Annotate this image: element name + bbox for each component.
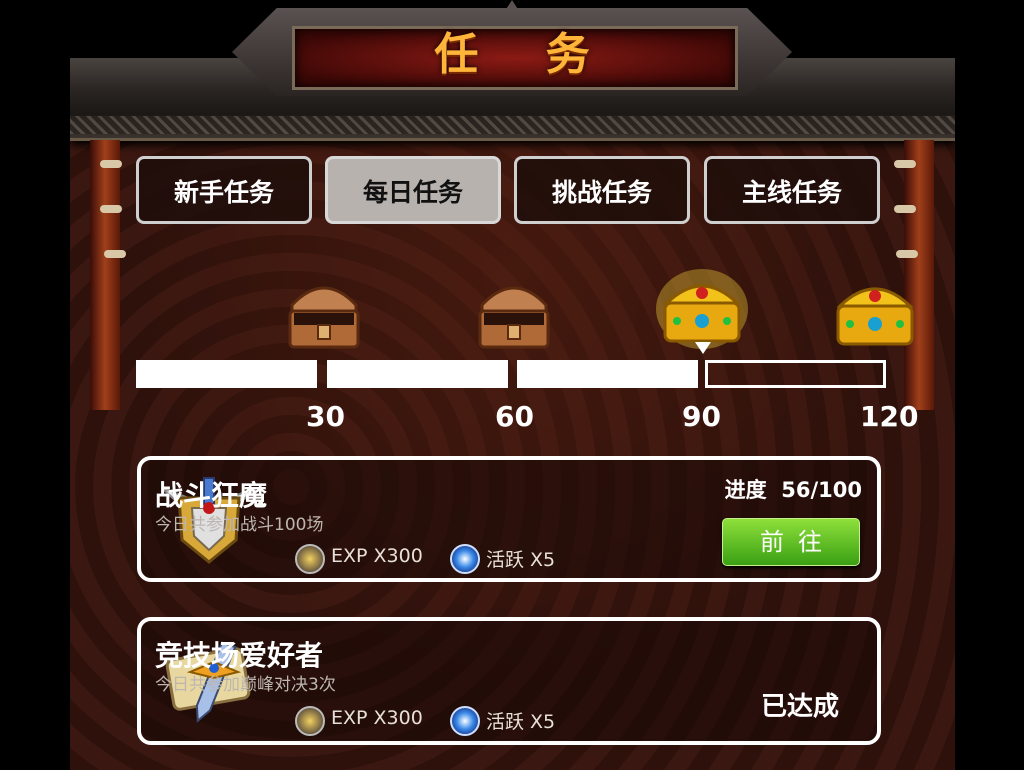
task-progress: 进度 56/100 [724, 478, 862, 502]
left-pillar [90, 140, 120, 410]
pillar-tooth [896, 250, 918, 258]
gold-chest-icon[interactable] [830, 268, 920, 354]
open-bronze-chest-icon[interactable] [472, 275, 556, 355]
exp-reward: EXP X300 [331, 707, 423, 729]
milestone-label: 60 [495, 400, 534, 433]
activity-reward: 活跃 X5 [486, 549, 556, 571]
go-button[interactable]: 前往 [722, 518, 860, 566]
task-description: 今日共参加战斗100场 [155, 515, 324, 535]
pillar-tooth [894, 160, 916, 168]
pillar-tooth [100, 160, 122, 168]
activity-bar-segment-empty [705, 360, 886, 388]
pillar-tooth [104, 250, 126, 258]
activity-bar-segment [327, 360, 508, 388]
tab-newbie[interactable]: 新手任务 [136, 156, 312, 224]
milestone-label: 30 [306, 400, 345, 433]
activity-gem-icon [450, 544, 480, 574]
activity-bar-segment [136, 360, 317, 388]
exp-medal-icon [295, 544, 325, 574]
task-description: 今日共参加巅峰对决3次 [155, 675, 336, 695]
task-name: 竞技场爱好者 [155, 639, 324, 672]
pillar-tooth [894, 205, 916, 213]
activity-reward: 活跃 X5 [486, 711, 556, 733]
progress-marker [695, 342, 711, 354]
open-bronze-chest-icon[interactable] [282, 275, 366, 355]
completed-status: 已达成 [760, 692, 839, 722]
tab-challenge[interactable]: 挑战任务 [514, 156, 690, 224]
tab-main[interactable]: 主线任务 [704, 156, 880, 224]
pillar-tooth [100, 205, 122, 213]
exp-reward: EXP X300 [331, 545, 423, 567]
gold-chest-icon[interactable] [655, 265, 749, 351]
task-name: 战斗狂魔 [155, 479, 268, 512]
exp-medal-icon [295, 706, 325, 736]
activity-gem-icon [450, 706, 480, 736]
activity-bar-segment [517, 360, 698, 388]
milestone-label: 120 [860, 400, 919, 433]
page-title: 任 务 [434, 29, 616, 80]
milestone-label: 90 [682, 400, 721, 433]
tab-daily[interactable]: 每日任务 [325, 156, 501, 224]
